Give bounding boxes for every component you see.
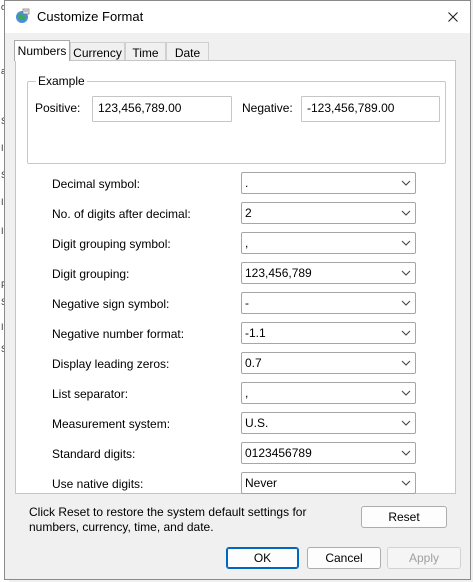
negative-sign-symbol-select[interactable]: - [241,292,416,314]
list-separator-value: , [245,386,249,400]
close-icon [448,12,458,22]
measurement-system-select[interactable]: U.S. [241,412,416,434]
chevron-down-icon [401,330,411,336]
digit-grouping-symbol-value: , [245,236,249,250]
tab-currency[interactable]: Currency [70,42,125,60]
standard-digits-value: 0123456789 [245,446,312,460]
reset-instructions: Click Reset to restore the system defaul… [29,505,307,534]
use-native-digits-value: Never [245,476,278,490]
display-leading-zeros-select[interactable]: 0.7 [241,352,416,374]
title-bar: Customize Format [5,1,470,33]
display-leading-zeros-label: Display leading zeros: [52,357,170,371]
reset-button[interactable]: Reset [361,506,447,528]
example-legend: Example [36,74,87,88]
tab-numbers[interactable]: Numbers [14,40,70,61]
chevron-down-icon [401,240,411,246]
chevron-down-icon [401,450,411,456]
list-separator-label: List separator: [52,387,129,401]
standard-digits-label: Standard digits: [52,447,136,461]
tab-date[interactable]: Date [166,42,209,60]
negative-number-format-value: -1.1 [245,326,266,340]
window-title: Customize Format [37,9,144,24]
ok-button[interactable]: OK [226,547,299,569]
decimal-symbol-select[interactable]: . [241,172,416,194]
regional-settings-icon [16,8,30,23]
negative-example-value: -123,456,789.00 [301,96,440,122]
apply-button[interactable]: Apply [387,547,461,569]
negative-number-format-label: Negative number format: [52,327,185,341]
tab-time[interactable]: Time [125,42,166,60]
use-native-digits-label: Use native digits: [52,477,144,491]
cancel-button[interactable]: Cancel [307,547,381,569]
chevron-down-icon [401,480,411,486]
chevron-down-icon [401,180,411,186]
negative-sign-symbol-value: - [245,296,249,310]
list-separator-select[interactable]: , [241,382,416,404]
decimal-symbol-label: Decimal symbol: [52,177,141,191]
negative-sign-symbol-label: Negative sign symbol: [52,297,170,311]
chevron-down-icon [401,390,411,396]
chevron-down-icon [401,360,411,366]
negative-number-format-select[interactable]: -1.1 [241,322,416,344]
close-button[interactable] [436,1,470,33]
digit-grouping-symbol-label: Digit grouping symbol: [52,237,171,251]
digits-after-decimal-label: No. of digits after decimal: [52,207,191,221]
digit-grouping-symbol-select[interactable]: , [241,232,416,254]
display-leading-zeros-value: 0.7 [245,356,262,370]
chevron-down-icon [401,420,411,426]
negative-label: Negative: [242,101,293,115]
digit-grouping-label: Digit grouping: [52,267,130,281]
measurement-system-label: Measurement system: [52,417,171,431]
digits-after-decimal-value: 2 [245,206,252,220]
customize-format-dialog: Customize Format Numbers Currency Time D… [4,0,471,580]
digit-grouping-select[interactable]: 123,456,789 [241,262,416,284]
positive-label: Positive: [35,101,81,115]
chevron-down-icon [401,210,411,216]
digits-after-decimal-select[interactable]: 2 [241,202,416,224]
standard-digits-select[interactable]: 0123456789 [241,442,416,464]
positive-example-value: 123,456,789.00 [92,96,232,122]
use-native-digits-select[interactable]: Never [241,472,416,494]
measurement-system-value: U.S. [245,416,269,430]
chevron-down-icon [401,300,411,306]
example-group: Example Positive: 123,456,789.00 Negativ… [27,74,446,164]
chevron-down-icon [401,270,411,276]
digit-grouping-value: 123,456,789 [245,266,312,280]
decimal-symbol-value: . [245,176,249,190]
numbers-tab-panel: Example Positive: 123,456,789.00 Negativ… [15,60,456,494]
